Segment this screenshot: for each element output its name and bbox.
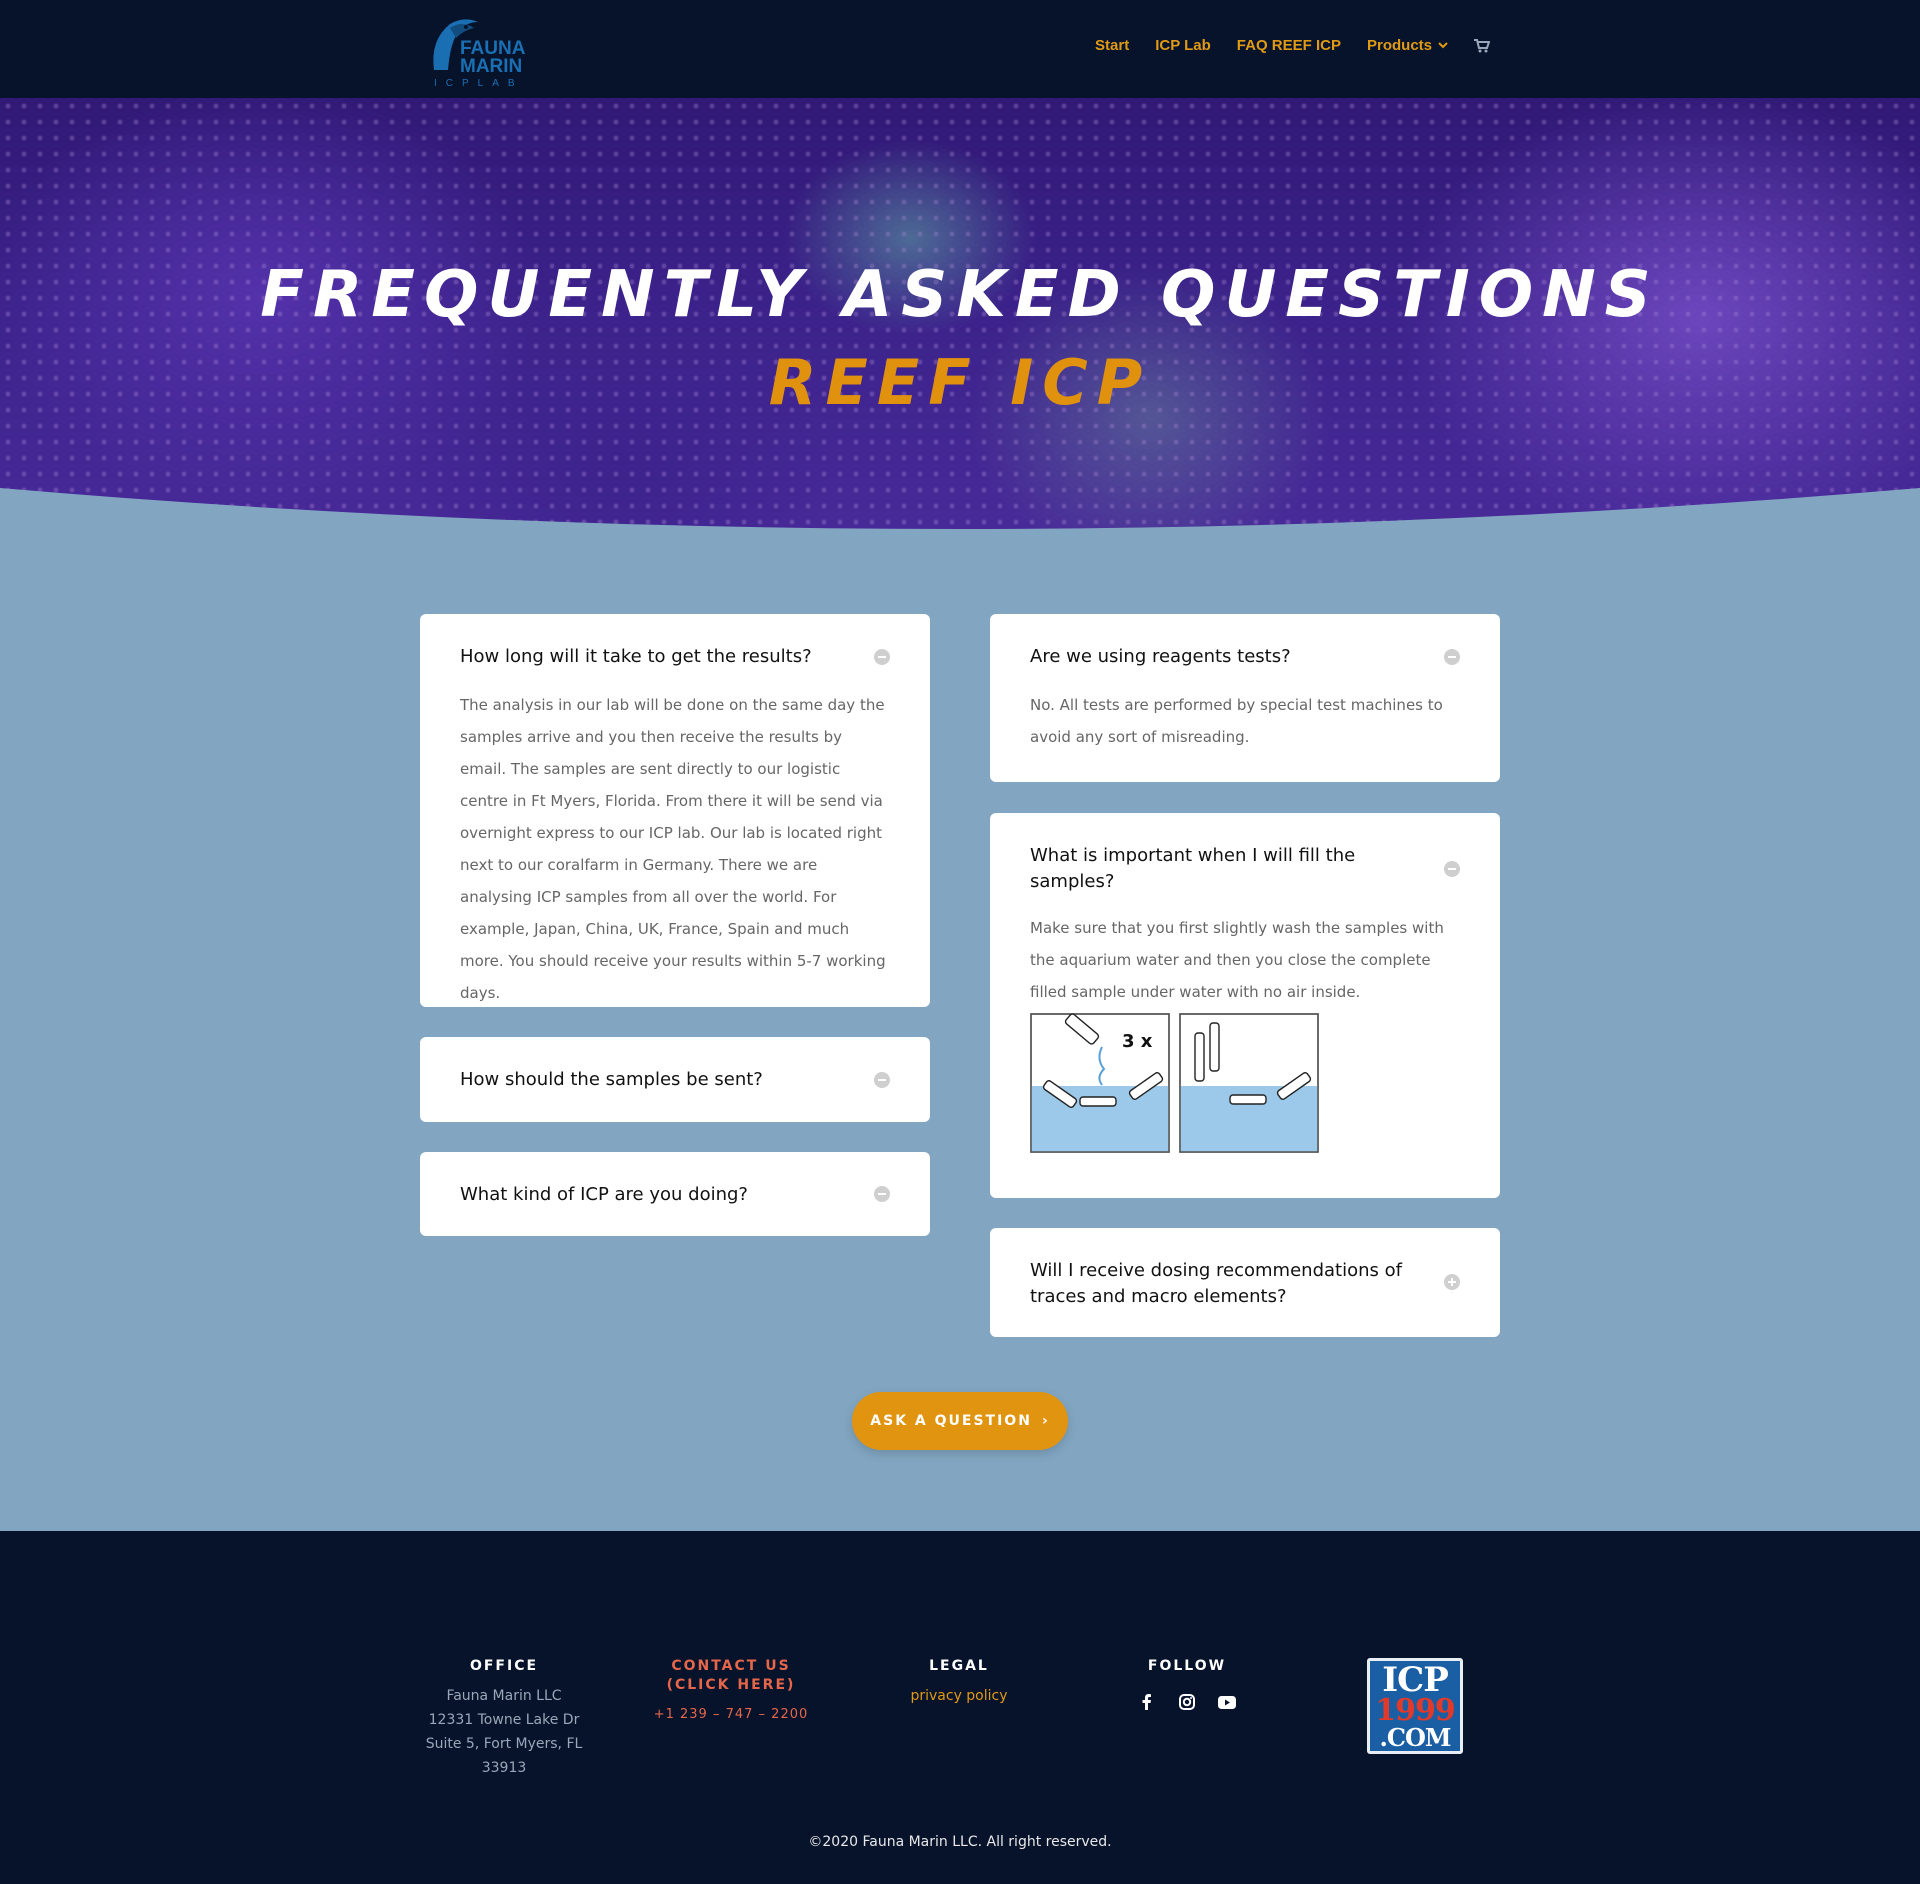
faq-item[interactable]: What is important when I will fill the s… xyxy=(990,813,1500,1198)
footer-phone[interactable]: +1 239 – 747 – 2200 xyxy=(631,1707,831,1722)
shopping-cart-icon xyxy=(1474,38,1491,53)
footer-follow: FOLLOW xyxy=(1087,1657,1287,1712)
cart-link[interactable] xyxy=(1474,38,1491,53)
faq-question: What is important when I will fill the s… xyxy=(1030,845,1356,892)
contact-us-link[interactable]: CONTACT US (CLICK HERE) xyxy=(631,1657,831,1695)
icp1999-badge[interactable]: ICP 1999 .COM xyxy=(1367,1658,1463,1754)
collapse-icon[interactable] xyxy=(874,1186,890,1202)
nav-products-label: Products xyxy=(1366,37,1432,54)
main-nav: Start ICP Lab FAQ REEF ICP Products xyxy=(1095,37,1491,54)
footer-legal: LEGAL privacy policy xyxy=(859,1657,1059,1708)
youtube-icon[interactable] xyxy=(1217,1692,1237,1712)
svg-text:MARIN: MARIN xyxy=(460,56,522,77)
social-links xyxy=(1087,1692,1287,1712)
copyright-text: ©2020 Fauna Marin LLC. All right reserve… xyxy=(808,1834,1112,1850)
faq-question: How long will it take to get the results… xyxy=(460,646,812,667)
footer-contact[interactable]: CONTACT US (CLICK HERE) +1 239 – 747 – 2… xyxy=(631,1657,831,1722)
collapse-icon[interactable] xyxy=(1444,649,1460,665)
page-subtitle: REEF ICP xyxy=(768,346,1152,419)
faq-item[interactable]: Will I receive dosing recommendations of… xyxy=(990,1228,1500,1337)
privacy-policy-link[interactable]: privacy policy xyxy=(859,1684,1059,1708)
faq-answer: Make sure that you first slightly wash t… xyxy=(1030,919,1444,1001)
collapse-icon[interactable] xyxy=(874,649,890,665)
collapse-icon[interactable] xyxy=(874,1072,890,1088)
collapse-icon[interactable] xyxy=(1444,861,1460,877)
sample-filling-diagram: 3 x xyxy=(1030,1013,1319,1153)
footer-office-address: Fauna Marin LLC 12331 Towne Lake Dr Suit… xyxy=(425,1688,583,1776)
footer-office: OFFICE Fauna Marin LLC 12331 Towne Lake … xyxy=(404,1657,604,1780)
faq-item[interactable]: How should the samples be sent? xyxy=(420,1037,930,1122)
site-header: FAUNA MARIN ICPLAB Start ICP Lab FAQ REE… xyxy=(0,0,1920,98)
faq-item[interactable]: How long will it take to get the results… xyxy=(420,614,930,1007)
page-title: FREQUENTLY ASKED QUESTIONS xyxy=(260,258,1660,332)
faq-item[interactable]: What kind of ICP are you doing? xyxy=(420,1152,930,1236)
chevron-down-icon xyxy=(1438,40,1448,52)
svg-text:ICPLAB: ICPLAB xyxy=(434,78,524,88)
svg-text:3 x: 3 x xyxy=(1122,1031,1153,1052)
ask-question-button[interactable]: ASK A QUESTION › xyxy=(852,1392,1068,1450)
instagram-icon[interactable] xyxy=(1177,1692,1197,1712)
expand-icon[interactable] xyxy=(1444,1274,1460,1290)
nav-faq-reef-icp[interactable]: FAQ REEF ICP xyxy=(1237,37,1341,54)
faq-answer: The analysis in our lab will be done on … xyxy=(460,696,886,1002)
faq-question: How should the samples be sent? xyxy=(460,1069,763,1090)
facebook-icon[interactable] xyxy=(1137,1692,1157,1712)
hero-wave-divider xyxy=(0,488,1920,540)
faq-question: Will I receive dosing recommendations of… xyxy=(1030,1260,1402,1307)
footer-follow-heading: FOLLOW xyxy=(1147,1658,1227,1674)
nav-products[interactable]: Products xyxy=(1367,37,1448,54)
chevron-right-icon: › xyxy=(1041,1413,1050,1429)
fauna-marin-logo[interactable]: FAUNA MARIN ICPLAB xyxy=(420,10,540,88)
nav-icp-lab[interactable]: ICP Lab xyxy=(1155,37,1211,54)
nav-start[interactable]: Start xyxy=(1095,37,1129,54)
faq-question: What kind of ICP are you doing? xyxy=(460,1184,748,1205)
footer-legal-heading: LEGAL xyxy=(929,1658,989,1674)
faq-answer: No. All tests are performed by special t… xyxy=(1030,696,1443,746)
faq-item[interactable]: Are we using reagents tests? No. All tes… xyxy=(990,614,1500,782)
faq-question: Are we using reagents tests? xyxy=(1030,646,1291,667)
ask-question-label: ASK A QUESTION xyxy=(870,1413,1032,1429)
footer-office-heading: OFFICE xyxy=(469,1658,539,1674)
